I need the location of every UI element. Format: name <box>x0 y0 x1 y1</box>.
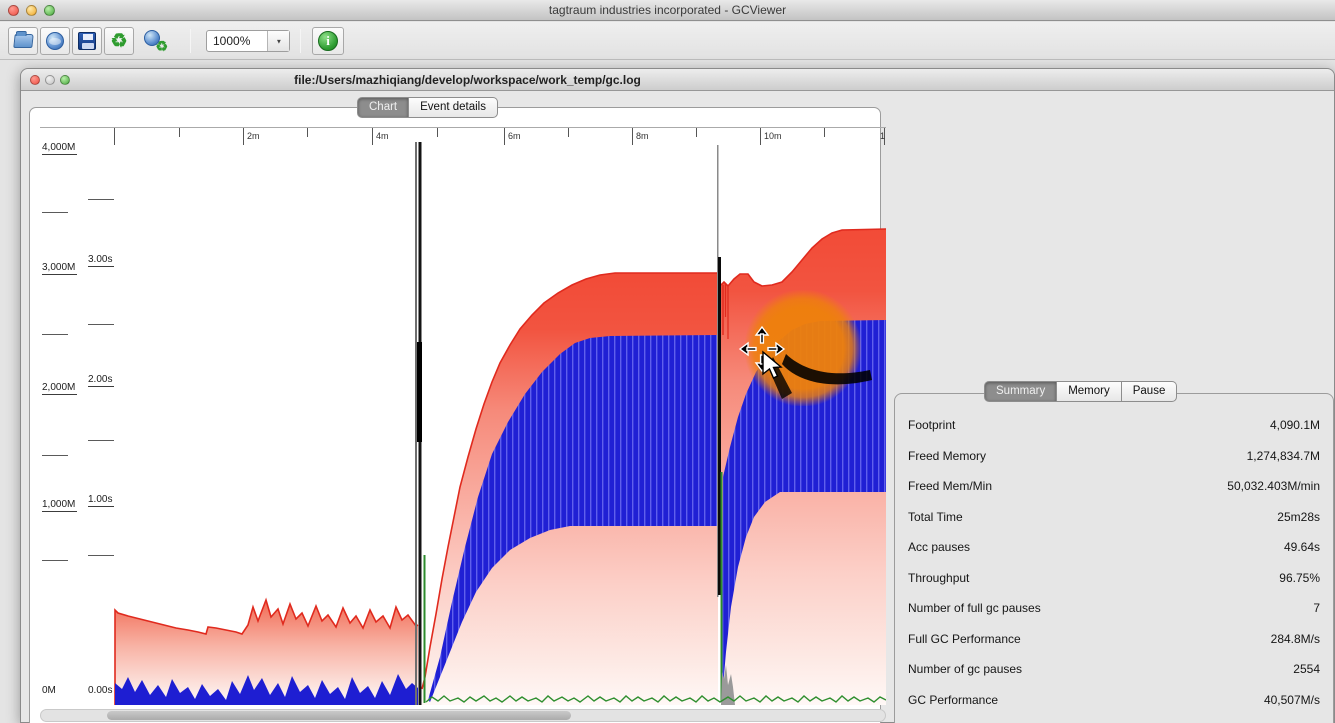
pause-tick-1s: 1.00s <box>88 494 115 507</box>
recycle-arrows-icon: ♻ <box>110 30 128 52</box>
stat-row-freed-mem-min: Freed Mem/Min 50,032.403M/min <box>908 479 1320 494</box>
stat-row-full-gc-count: Number of full gc pauses 7 <box>908 601 1320 616</box>
hscrollbar-thumb[interactable] <box>107 711 571 720</box>
zoom-dropdown-button[interactable]: ▼ <box>267 31 289 51</box>
mem-halftick <box>42 455 68 456</box>
stat-row-footprint: Footprint 4,090.1M <box>908 418 1320 433</box>
tab-pause[interactable]: Pause <box>1121 381 1178 402</box>
mem-tick-4000: 4,000M <box>42 142 78 155</box>
view-tabs: Chart Event details <box>357 97 498 118</box>
toolbar: ♻ ♻ ▼ i <box>0 22 1335 60</box>
app-title: tagtraum industries incorporated - GCVie… <box>548 3 787 17</box>
mem-halftick <box>42 560 68 561</box>
chart-viewport[interactable]: 2m 4m 6m 8m 10m 1 4,000M 3,000M 2,000M 1… <box>40 127 886 706</box>
zoom-input[interactable] <box>207 31 267 51</box>
export-button[interactable] <box>72 27 102 55</box>
chevron-down-icon: ▼ <box>275 37 282 45</box>
pause-tick-2s: 2.00s <box>88 374 115 387</box>
recycle-arrows-icon: ♻ <box>155 38 168 54</box>
doc-title: file:/Users/mazhiqiang/develop/workspace… <box>294 73 641 87</box>
mem-tick-0: 0M <box>42 685 56 696</box>
open-file-button[interactable] <box>8 27 38 55</box>
toggle-model-panel-button[interactable]: i <box>312 27 344 55</box>
chart-panel: 2m 4m 6m 8m 10m 1 4,000M 3,000M 2,000M 1… <box>29 107 886 723</box>
stat-row-total-time: Total Time 25m28s <box>908 509 1320 524</box>
refresh-button[interactable]: ♻ <box>104 27 134 55</box>
green-info-icon: i <box>318 31 338 51</box>
summary-panel: Footprint 4,090.1M Freed Memory 1,274,83… <box>894 393 1334 723</box>
stat-row-gc-count: Number of gc pauses 2554 <box>908 662 1320 677</box>
main-titlebar: tagtraum industries incorporated - GCVie… <box>0 0 1335 21</box>
full-gc-line-1-thick <box>417 342 422 442</box>
toolbar-separator <box>190 29 191 53</box>
stat-row-throughput: Throughput 96.75% <box>908 570 1320 585</box>
open-url-button[interactable] <box>40 27 70 55</box>
tab-summary[interactable]: Summary <box>984 381 1058 402</box>
mem-halftick <box>42 212 68 213</box>
tab-memory[interactable]: Memory <box>1057 381 1122 402</box>
folder-icon <box>12 34 34 48</box>
stats-tabs: Summary Memory Pause <box>984 381 1178 402</box>
gc-log-window: file:/Users/mazhiqiang/develop/workspace… <box>20 68 1335 723</box>
zoom-combobox[interactable]: ▼ <box>206 30 290 52</box>
summary-rows: Footprint 4,090.1M Freed Memory 1,274,83… <box>895 410 1333 715</box>
mem-tick-3000: 3,000M <box>42 262 78 275</box>
pause-halftick <box>88 199 114 200</box>
pause-tick-0s: 0.00s <box>88 685 113 696</box>
doc-titlebar: file:/Users/mazhiqiang/develop/workspace… <box>21 69 1334 91</box>
stat-row-full-gc-performance: Full GC Performance 284.8M/s <box>908 631 1320 646</box>
floppy-disk-icon <box>78 32 96 50</box>
event-line-gray <box>415 142 417 705</box>
mem-tick-1000: 1,000M <box>42 499 78 512</box>
chart-hscrollbar[interactable] <box>40 709 886 722</box>
globe-recycle-icon: ♻ <box>144 30 168 54</box>
young-line-1 <box>423 555 426 703</box>
globe-icon <box>46 32 64 50</box>
stat-row-acc-pauses: Acc pauses 49.64s <box>908 540 1320 555</box>
move-cursor-icon <box>738 325 786 379</box>
stat-row-freed-memory: Freed Memory 1,274,834.7M <box>908 448 1320 463</box>
mem-tick-2000: 2,000M <box>42 382 78 395</box>
pause-tick-3s: 3.00s <box>88 254 115 267</box>
pause-halftick <box>88 324 114 325</box>
watch-button[interactable]: ♻ <box>140 27 170 55</box>
toolbar-separator <box>300 29 301 53</box>
pause-halftick <box>88 440 114 441</box>
stat-row-gc-performance: GC Performance 40,507M/s <box>908 692 1320 707</box>
tab-event-details[interactable]: Event details <box>409 97 498 118</box>
mem-halftick <box>42 334 68 335</box>
pause-halftick <box>88 555 114 556</box>
young-line-2 <box>720 472 723 702</box>
tab-chart[interactable]: Chart <box>357 97 410 118</box>
